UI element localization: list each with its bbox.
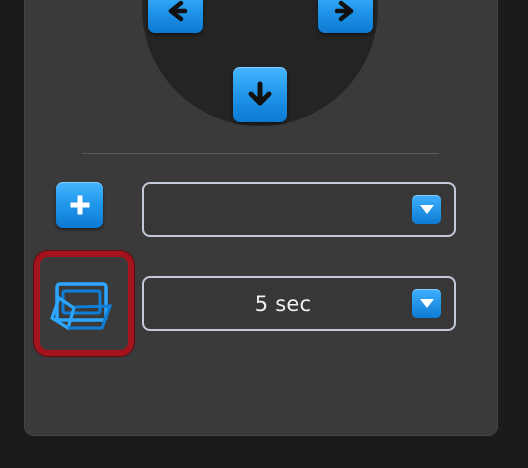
- arrow-down-icon: [248, 81, 272, 105]
- chevron-down-icon[interactable]: [412, 289, 441, 318]
- pan-down-button[interactable]: [233, 67, 287, 122]
- pan-left-button[interactable]: [148, 0, 203, 33]
- windows-overlap-icon[interactable]: [46, 268, 116, 338]
- control-panel-screen: 5 sec: [0, 0, 528, 468]
- top-dropdown[interactable]: [142, 182, 456, 237]
- interval-dropdown[interactable]: 5 sec: [142, 276, 456, 331]
- section-divider: [82, 153, 439, 154]
- arrow-left-icon: [168, 0, 187, 21]
- pan-right-button[interactable]: [318, 0, 373, 33]
- arrow-right-icon: [334, 0, 353, 21]
- add-button[interactable]: [56, 182, 103, 228]
- interval-dropdown-value: 5 sec: [254, 291, 312, 316]
- chevron-down-icon[interactable]: [412, 195, 441, 224]
- plus-icon: [70, 195, 89, 215]
